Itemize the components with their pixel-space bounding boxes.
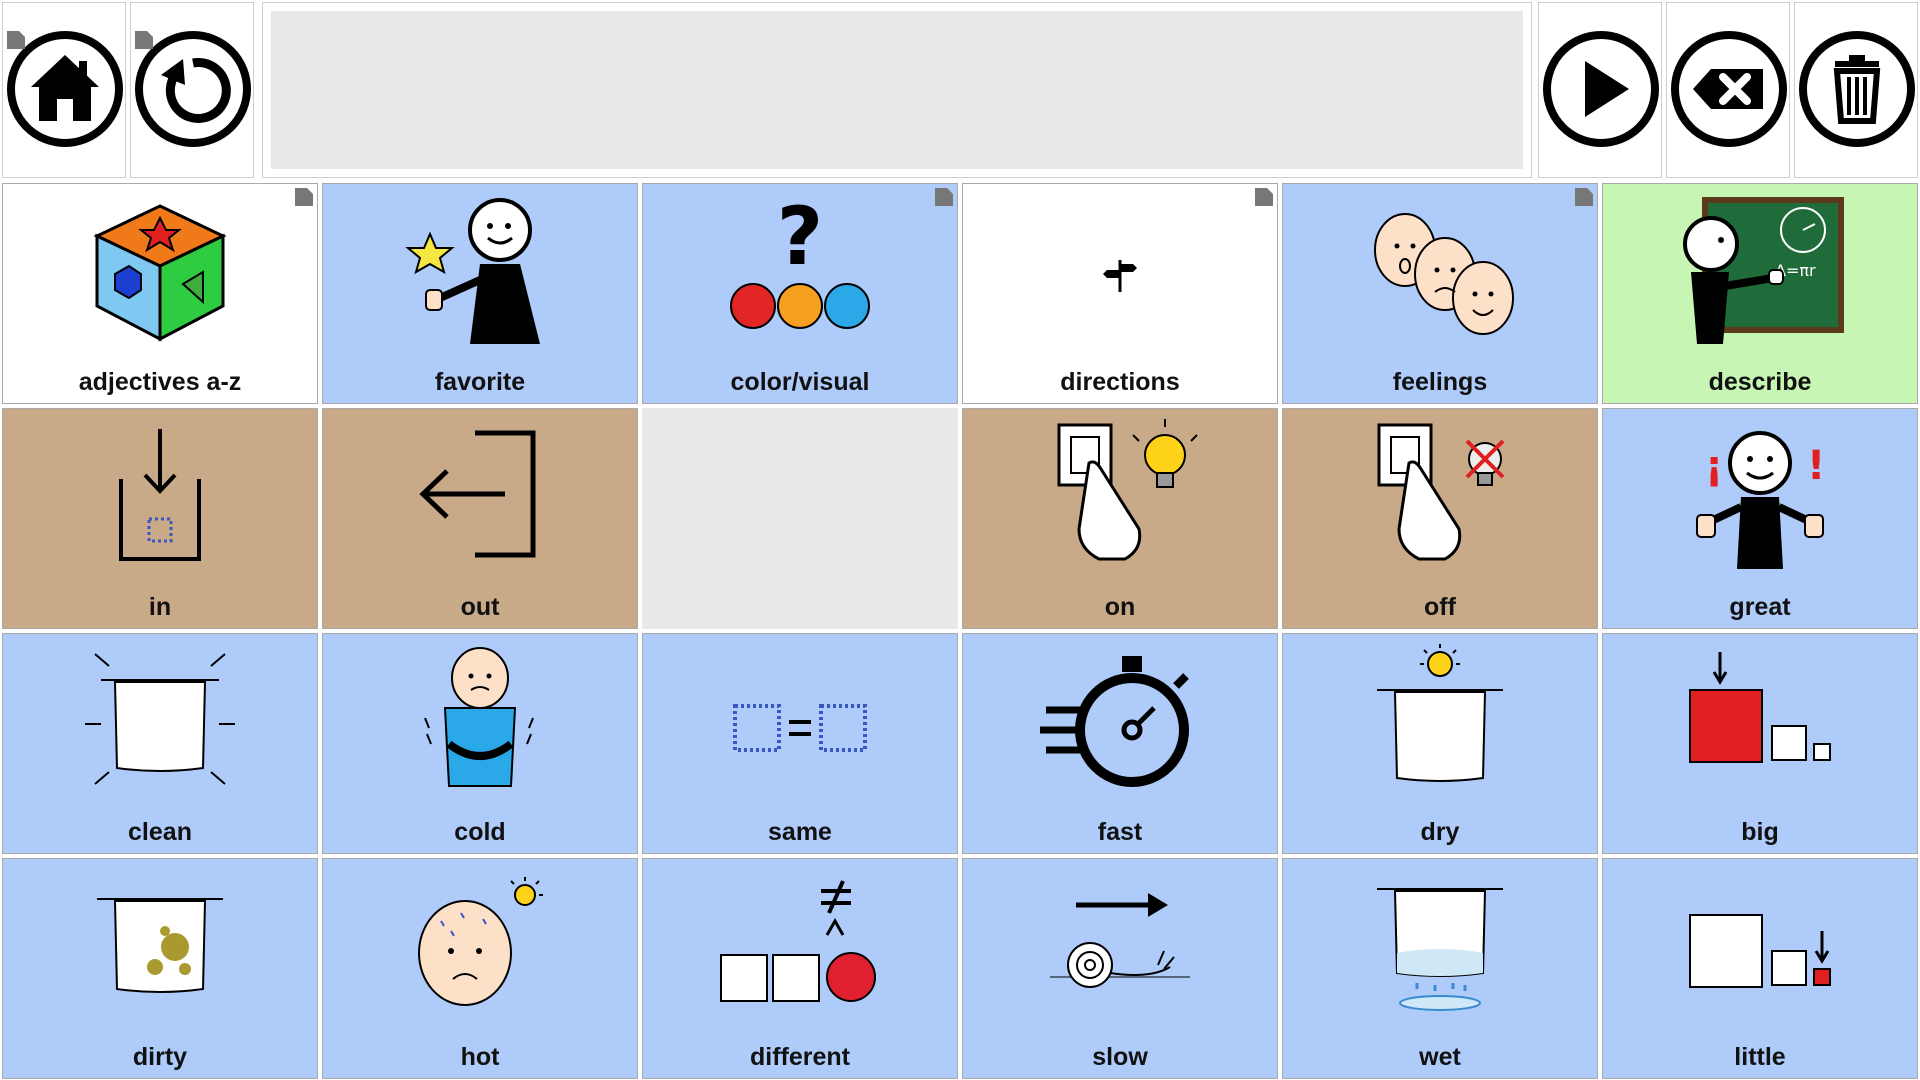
snail-icon	[1050, 893, 1190, 988]
wet-cloth-icon	[1377, 888, 1503, 1011]
cell-clean[interactable]: clean	[2, 633, 318, 854]
equal-squares-icon	[733, 704, 867, 752]
cell-color-visual[interactable]: ? color/visual	[642, 183, 958, 404]
empty-cell	[642, 408, 958, 629]
cell-label: great	[1729, 593, 1791, 621]
dirty-cloth-icon	[97, 898, 223, 993]
little-square-icon	[1689, 914, 1831, 988]
speak-button[interactable]	[1538, 2, 1662, 178]
dry-cloth-icon	[1377, 644, 1503, 782]
cell-favorite[interactable]: favorite	[322, 183, 638, 404]
folder-corner-icon	[1575, 188, 1593, 206]
clear-button[interactable]	[1794, 2, 1918, 178]
cold-person-icon	[424, 647, 534, 787]
favorite-person-icon	[405, 198, 540, 344]
trash-icon	[1799, 31, 1915, 147]
signpost-icon	[1103, 260, 1137, 292]
cell-label: fast	[1097, 818, 1143, 846]
cell-dirty[interactable]: dirty	[2, 858, 318, 1079]
cell-cold[interactable]: cold	[322, 633, 638, 854]
cell-feelings[interactable]: feelings	[1282, 183, 1598, 404]
cell-great[interactable]: ¡ ! great	[1602, 408, 1918, 629]
cell-label: cold	[454, 818, 506, 846]
cell-wet[interactable]: wet	[1282, 858, 1598, 1079]
cell-label: slow	[1092, 1043, 1148, 1071]
cell-little[interactable]: little	[1602, 858, 1918, 1079]
message-text[interactable]	[271, 11, 1523, 169]
cell-label: little	[1734, 1043, 1786, 1071]
toolbar	[0, 0, 1920, 182]
cell-label: same	[768, 818, 832, 846]
cell-adjectives-a-z[interactable]: adjectives a-z	[2, 183, 318, 404]
folder-corner-icon	[295, 188, 313, 206]
cell-describe[interactable]: A=πr describe	[1602, 183, 1918, 404]
big-square-icon	[1689, 652, 1831, 763]
cell-fast[interactable]: fast	[962, 633, 1278, 854]
stopwatch-icon	[1040, 656, 1189, 787]
cell-big[interactable]: big	[1602, 633, 1918, 854]
cell-off[interactable]: off	[1282, 408, 1598, 629]
cell-on[interactable]: on	[962, 408, 1278, 629]
switch-off-icon	[1377, 423, 1505, 561]
cell-same[interactable]: same	[642, 633, 958, 854]
cell-label: hot	[460, 1043, 500, 1071]
backspace-icon	[1671, 31, 1787, 147]
cell-hot[interactable]: hot	[322, 858, 638, 1079]
cell-label: off	[1424, 593, 1456, 621]
svg-text:?: ?	[777, 194, 823, 283]
cell-label: big	[1741, 818, 1779, 846]
folder-corner-icon	[1255, 188, 1273, 206]
teacher-board-icon: A=πr	[1683, 197, 1844, 344]
cell-label: dry	[1420, 818, 1460, 846]
vocabulary-grid: adjectives a-z favorite ? color/visual d…	[2, 183, 1918, 1079]
cell-directions[interactable]: directions	[962, 183, 1278, 404]
folder-corner-icon	[935, 188, 953, 206]
faces-icon	[1374, 213, 1514, 335]
cell-dry[interactable]: dry	[1282, 633, 1598, 854]
svg-text:¡: ¡	[1705, 443, 1723, 489]
home-button[interactable]	[2, 2, 126, 178]
cell-different[interactable]: different	[642, 858, 958, 1079]
cell-label: dirty	[132, 1043, 188, 1071]
switch-on-icon	[1057, 419, 1198, 561]
backspace-button[interactable]	[1666, 2, 1790, 178]
clean-cloth-icon	[85, 653, 235, 785]
cell-label: out	[460, 593, 500, 621]
cell-slow[interactable]: slow	[962, 858, 1278, 1079]
message-bar[interactable]	[262, 2, 1532, 178]
cell-label: color/visual	[730, 368, 870, 396]
cell-label: different	[750, 1043, 850, 1071]
thumbs-up-person-icon: ¡ !	[1696, 431, 1825, 569]
cell-label: wet	[1419, 1043, 1461, 1071]
folder-corner-icon	[135, 31, 153, 49]
cell-label: clean	[128, 818, 192, 846]
cell-label: in	[148, 593, 172, 621]
cell-label: describe	[1708, 368, 1812, 396]
cell-label: adjectives a-z	[78, 368, 242, 396]
color-question-icon: ?	[730, 194, 870, 329]
cell-label: directions	[1060, 368, 1180, 396]
play-icon	[1543, 31, 1659, 147]
cell-label: feelings	[1392, 368, 1488, 396]
svg-text:!: !	[1807, 443, 1825, 489]
hot-face-icon	[418, 877, 543, 1006]
folder-corner-icon	[7, 31, 25, 49]
in-arrow-icon	[119, 429, 201, 561]
not-equal-icon	[720, 880, 876, 1002]
shape-cube-icon	[93, 204, 227, 342]
cell-label: favorite	[434, 368, 526, 396]
cell-label: on	[1104, 593, 1136, 621]
back-button[interactable]	[130, 2, 254, 178]
exit-arrow-icon	[419, 430, 536, 558]
cell-in[interactable]: in	[2, 408, 318, 629]
cell-out[interactable]: out	[322, 408, 638, 629]
